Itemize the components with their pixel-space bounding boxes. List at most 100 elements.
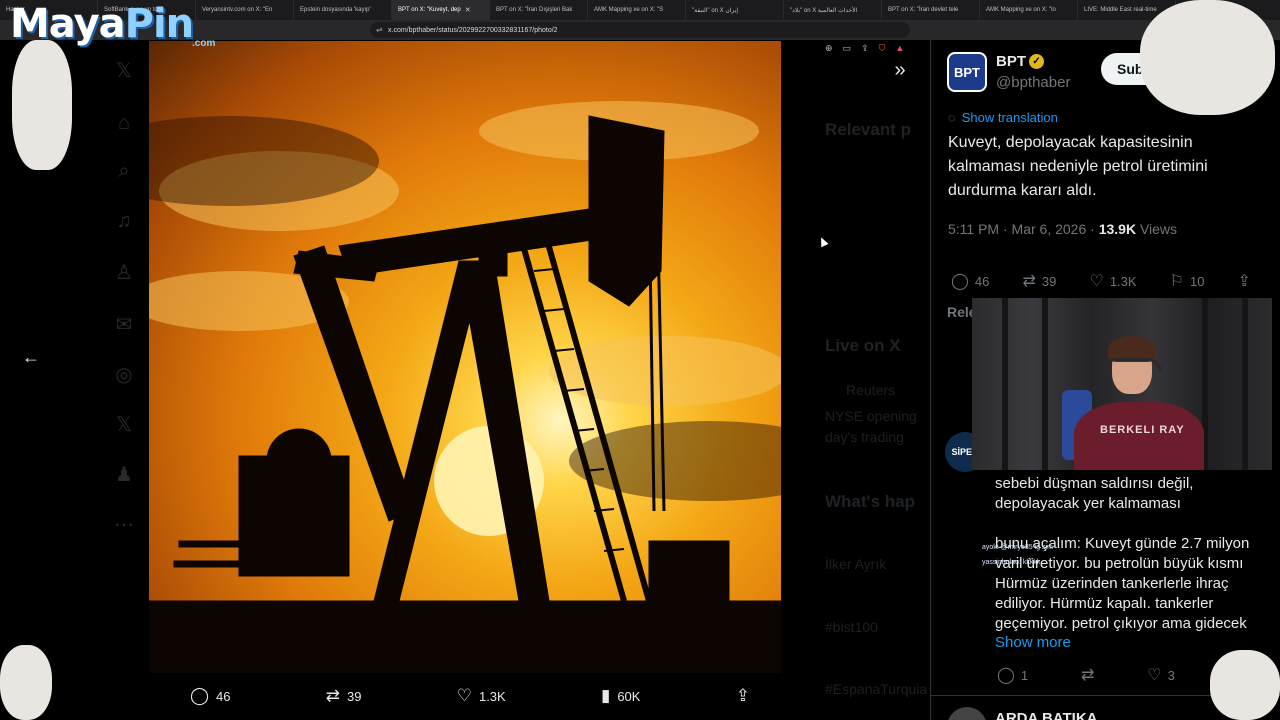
logo-suffix: .com xyxy=(192,38,216,49)
curtain-fold xyxy=(1002,298,1008,470)
tab-title: Epstein dosyasında 'kayıp' xyxy=(300,7,371,13)
home-icon[interactable]: ⌂ xyxy=(112,112,136,136)
tab-title: LIVE: Middle East real-time xyxy=(1084,7,1157,13)
share-button[interactable]: ⇪ xyxy=(736,686,750,706)
reply-paragraph: sebebi düşman saldırısı değil, depolayac… xyxy=(995,475,1194,512)
repost-button[interactable]: ⇄ 39 xyxy=(326,686,362,706)
live-headline: NYSE opening xyxy=(825,408,917,424)
bar-chart-icon: ▮ xyxy=(600,686,611,705)
reply-button[interactable]: ◯ 46 xyxy=(190,686,231,706)
globe-icon: ◌ xyxy=(948,110,956,125)
tab-title: BPT on X: "Kuveyt, dep xyxy=(398,7,461,13)
tweet-stats-bar: ◯ 46 ⇄ 39 ♡ 1.3K ⚐ 10 ⇪ xyxy=(951,271,1251,291)
browser-tab[interactable]: BPT on X: "İran devlet tele xyxy=(882,0,980,20)
repost-icon: ⇄ xyxy=(1022,273,1036,290)
like-count: 1.3K xyxy=(478,688,506,704)
repost-icon: ⇄ xyxy=(1081,667,1095,684)
channel-logo: MayaPin xyxy=(10,1,195,47)
browser-tab-active[interactable]: BPT on X: "Kuveyt, dep ✕ xyxy=(392,0,490,20)
verified-badge-icon: ✓ xyxy=(1029,54,1044,69)
relevant-heading: Relevant p xyxy=(825,120,911,139)
browser-tab[interactable]: AMK Mapping xe on X: "lo xyxy=(980,0,1078,20)
like-button[interactable]: ♡ 3 xyxy=(1147,665,1175,685)
tab-title: BPT on X: "İran devlet tele xyxy=(888,7,959,13)
views-button[interactable]: ▮ 60K xyxy=(601,686,641,706)
notifications-icon[interactable]: ♫ xyxy=(112,210,136,234)
logo-accent: Pin xyxy=(124,1,195,47)
author-avatar[interactable]: BPT xyxy=(947,52,987,92)
like-button[interactable]: ♡ 1.3K xyxy=(457,686,506,706)
reply-icon: ◯ xyxy=(997,667,1015,684)
tweet-photo[interactable] xyxy=(149,41,781,673)
reply-icon: ◯ xyxy=(190,686,210,705)
site-info-icon[interactable]: ⇌ xyxy=(376,25,383,34)
reply-button[interactable]: ◯ 1 xyxy=(997,665,1028,685)
tweet-meta: 5:11 PM · Mar 6, 2026 · 13.9K Views xyxy=(948,221,1177,237)
tab-title: Veryansintv.com on X: "En xyxy=(202,7,273,13)
trend-item[interactable]: #EspanaTurquia xyxy=(825,681,927,697)
author-handle[interactable]: @bpthaber xyxy=(996,74,1070,91)
live-source: Reuters xyxy=(846,382,896,398)
logo-main: Maya xyxy=(10,1,126,47)
x-logo-icon[interactable]: 𝕏 xyxy=(112,58,136,82)
like-count: 3 xyxy=(1167,667,1175,683)
browser-tab[interactable]: BPT on X: "İran Dışişleri Bak xyxy=(490,0,588,20)
browser-tab[interactable]: Veryansintv.com on X: "En xyxy=(196,0,294,20)
pumpjack-photo-graphic xyxy=(149,101,781,673)
browser-tab[interactable]: AMK Mapping xe on X: "S xyxy=(588,0,686,20)
author-name[interactable]: BPT xyxy=(996,53,1026,70)
share-icon: ⇪ xyxy=(1237,273,1251,290)
share-icon: ⇪ xyxy=(735,686,750,705)
follow-icon[interactable]: ♙ xyxy=(112,260,136,284)
cat-sticker xyxy=(1140,0,1275,115)
browser-tab[interactable]: "بلاد" on X الأحداث العالمية xyxy=(784,0,882,20)
translation-label: Show translation xyxy=(961,110,1058,125)
reply-icon: ◯ xyxy=(951,273,969,290)
messages-icon[interactable]: ✉ xyxy=(112,312,136,336)
url-field[interactable]: ⇌ x.com/bpthaber/status/2029922700332831… xyxy=(370,22,910,38)
search-icon[interactable]: ⌕ xyxy=(112,160,136,184)
more-circle-icon[interactable]: ⋯ xyxy=(112,512,136,536)
show-more-link[interactable]: Show more xyxy=(995,634,1071,651)
heart-icon: ♡ xyxy=(1089,273,1104,290)
repost-button[interactable]: ⇄ 39 xyxy=(1022,271,1056,291)
cat-sticker xyxy=(0,645,52,720)
reply-count: 46 xyxy=(216,688,231,704)
back-arrow-icon[interactable]: ← xyxy=(18,344,44,370)
chat-message: yassinbulao: kkkkk xyxy=(982,559,1041,566)
repost-count: 39 xyxy=(347,688,362,704)
dimmed-column: Relevant p Live on X Reuters NYSE openin… xyxy=(810,40,930,720)
share-button[interactable]: ⇪ xyxy=(1238,271,1251,291)
browser-tab[interactable]: "التيقة" on X إيران xyxy=(686,0,784,20)
trend-item[interactable]: İlker Ayrık xyxy=(825,556,886,572)
tab-title: AMK Mapping xe on X: "lo xyxy=(986,7,1056,13)
close-icon[interactable]: ✕ xyxy=(465,6,471,14)
tweet-timestamp[interactable]: 5:11 PM · Mar 6, 2026 · xyxy=(948,221,1099,237)
curtain-fold xyxy=(1042,298,1048,470)
reply-count: 1 xyxy=(1020,667,1029,683)
show-translation-link[interactable]: ◌ Show translation xyxy=(948,110,1058,125)
heart-icon: ♡ xyxy=(1147,667,1162,684)
live-heading: Live on X xyxy=(825,336,901,355)
premium-icon[interactable]: 𝕏 xyxy=(112,412,136,436)
tweet-text: Kuveyt, depolayacak kapasitesinin kalmam… xyxy=(948,134,1208,199)
grok-icon[interactable]: ◎ xyxy=(112,362,136,386)
reply-count: 46 xyxy=(974,273,990,289)
next-reply-author[interactable]: ARDA BATIKA xyxy=(995,710,1098,720)
webcam-overlay: BERKELI RAY xyxy=(972,298,1272,470)
shirt-text: BERKELI RAY xyxy=(1100,424,1185,436)
browser-tab[interactable]: Epstein dosyasında 'kayıp' xyxy=(294,0,392,20)
bookmark-button[interactable]: ⚐ 10 xyxy=(1170,271,1205,291)
expand-chevron-icon[interactable]: » xyxy=(887,57,913,83)
views-label: Views xyxy=(1136,221,1178,237)
profile-icon[interactable]: ♟ xyxy=(112,462,136,486)
like-button[interactable]: ♡ 1.3K xyxy=(1089,271,1136,291)
trend-item[interactable]: #bist100 xyxy=(825,619,878,635)
reply-button[interactable]: ◯ 46 xyxy=(951,271,989,291)
tab-title: AMK Mapping xe on X: "S xyxy=(594,7,664,13)
repost-button[interactable]: ⇄ xyxy=(1081,665,1094,685)
tab-title: "بلاد" on X الأحداث العالمية xyxy=(790,7,858,14)
x-sidebar: 𝕏 ⌂ ⌕ ♫ ♙ ✉ ◎ 𝕏 ♟ ⋯ xyxy=(100,40,148,720)
bookmark-count: 10 xyxy=(1190,273,1205,289)
next-reply-avatar[interactable] xyxy=(947,707,987,720)
